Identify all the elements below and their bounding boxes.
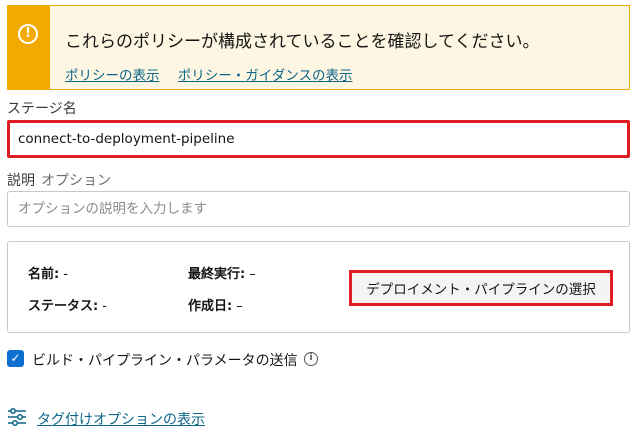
- send-params-label: ビルド・パイプライン・パラメータの送信: [32, 353, 298, 369]
- show-tagging-options-link[interactable]: タグ付けオプションの表示: [37, 409, 205, 429]
- deployment-pipeline-summary: 名前: - ステータス: - 最終実行: – 作成日: – デプロイメント・パイプライン…: [7, 241, 630, 333]
- select-deployment-pipeline-button[interactable]: デプロイメント・パイプラインの選択: [349, 270, 613, 306]
- optional-tag: オプション: [41, 173, 111, 189]
- policy-notice: ! これらのポリシーが構成されていることを確認してください。 ポリシーの表示 ポ…: [7, 5, 630, 90]
- created-value: –: [236, 299, 243, 314]
- description-label: 説明: [7, 173, 35, 189]
- notice-title: これらのポリシーが構成されていることを確認してください。: [65, 32, 540, 52]
- sliders-icon: [8, 408, 26, 426]
- status-field: ステータス: -: [28, 295, 107, 314]
- notice-links: ポリシーの表示 ポリシー・ガイダンスの表示: [65, 64, 367, 84]
- send-params-checkbox[interactable]: ✓: [7, 350, 24, 367]
- notice-accent-bar: !: [8, 6, 50, 89]
- stage-name-label: ステージ名: [7, 101, 77, 117]
- description-label-row: 説明 オプション: [7, 170, 111, 190]
- status-value: -: [102, 299, 107, 314]
- view-policy-guidance-link[interactable]: ポリシー・ガイダンスの表示: [178, 68, 353, 84]
- last-run-label: 最終実行:: [188, 267, 246, 282]
- warning-icon: !: [18, 24, 38, 44]
- name-label: 名前:: [28, 267, 60, 282]
- last-run-value: –: [249, 267, 256, 282]
- created-field: 作成日: –: [188, 295, 243, 314]
- name-value: -: [63, 267, 68, 282]
- view-policies-link[interactable]: ポリシーの表示: [65, 68, 160, 84]
- status-label: ステータス:: [28, 299, 99, 314]
- last-run-field: 最終実行: –: [188, 263, 256, 282]
- name-field: 名前: -: [28, 263, 68, 282]
- created-label: 作成日:: [188, 299, 233, 314]
- stage-name-input[interactable]: [7, 120, 630, 158]
- description-input[interactable]: [7, 191, 630, 227]
- info-icon[interactable]: i: [304, 352, 318, 366]
